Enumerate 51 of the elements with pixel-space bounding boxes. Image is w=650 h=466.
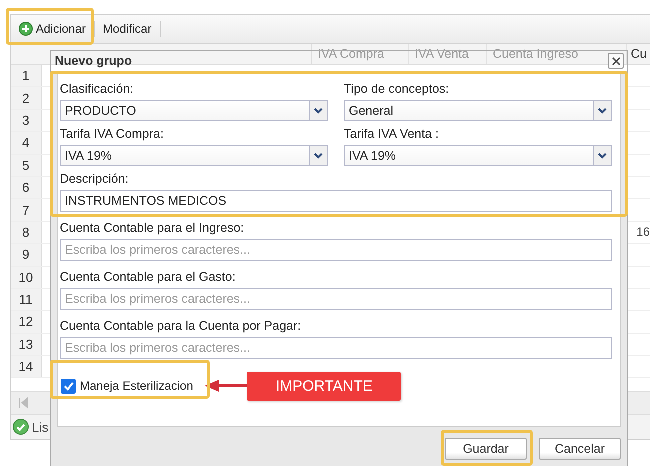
field-label: Cuenta Contable para la Cuenta por Pagar: bbox=[60, 318, 302, 335]
chevron-down-icon bbox=[598, 108, 607, 114]
dropdown[interactable]: PRODUCTO bbox=[60, 100, 328, 121]
first-page-icon bbox=[19, 397, 29, 409]
checkbox-label: Maneja Esterilizacion bbox=[80, 379, 194, 393]
row-number: 6 bbox=[11, 176, 42, 198]
dropdown[interactable]: IVA 19% bbox=[344, 145, 612, 166]
row-number: 7 bbox=[11, 199, 42, 221]
field-label: Tipo de conceptos: bbox=[344, 81, 450, 98]
field-label: Tarifa IVA Venta : bbox=[344, 126, 440, 143]
save-button[interactable]: Guardar bbox=[445, 438, 527, 460]
close-icon bbox=[612, 56, 620, 66]
add-button[interactable]: Adicionar bbox=[15, 18, 90, 40]
row-number: 14 bbox=[11, 356, 42, 378]
input-field[interactable]: INSTRUMENTOS MEDICOS bbox=[60, 190, 612, 212]
row-number: 9 bbox=[11, 244, 42, 266]
row-number: 13 bbox=[11, 334, 42, 356]
field-label: Tarifa IVA Compra: bbox=[60, 126, 165, 143]
table-cell: 16 bbox=[636, 225, 650, 240]
field-label: Cuenta Contable para el Ingreso: bbox=[60, 220, 246, 237]
field-label: Cuenta Contable para el Gasto: bbox=[60, 269, 237, 286]
status-text: Lis bbox=[32, 420, 49, 434]
cancel-button[interactable]: Cancelar bbox=[539, 438, 621, 460]
row-number: 11 bbox=[11, 288, 42, 310]
arrow-icon bbox=[205, 379, 248, 393]
row-number: 10 bbox=[11, 266, 42, 288]
field-label: Clasificación: bbox=[60, 81, 135, 98]
row-number: 4 bbox=[11, 132, 42, 154]
plus-circle-icon bbox=[19, 22, 33, 36]
input-field[interactable]: Escriba los primeros caracteres... bbox=[60, 239, 612, 261]
check-icon bbox=[64, 382, 74, 390]
row-number: 2 bbox=[11, 87, 42, 109]
row-number: 3 bbox=[11, 110, 42, 132]
dropdown[interactable]: General bbox=[344, 100, 612, 121]
chevron-down-icon bbox=[598, 152, 607, 158]
input-field[interactable]: Escriba los primeros caracteres... bbox=[60, 337, 612, 359]
close-button[interactable] bbox=[608, 53, 624, 69]
checkbox[interactable] bbox=[61, 378, 76, 394]
chevron-down-icon bbox=[314, 152, 323, 158]
field-label: Descripción: bbox=[60, 171, 130, 188]
chevron-down-icon bbox=[314, 108, 323, 114]
modify-button[interactable]: Modificar bbox=[99, 18, 156, 40]
row-number: 5 bbox=[11, 154, 42, 176]
row-number: 1 bbox=[11, 65, 42, 86]
dropdown[interactable]: IVA 19% bbox=[60, 145, 328, 166]
dialog-title: Nuevo grupo bbox=[55, 54, 132, 68]
callout-label: IMPORTANTE bbox=[247, 372, 402, 400]
column-header[interactable]: Cu bbox=[627, 44, 645, 64]
row-number: 12 bbox=[11, 311, 42, 333]
input-field[interactable]: Escriba los primeros caracteres... bbox=[60, 288, 612, 310]
row-number: 8 bbox=[11, 222, 42, 244]
